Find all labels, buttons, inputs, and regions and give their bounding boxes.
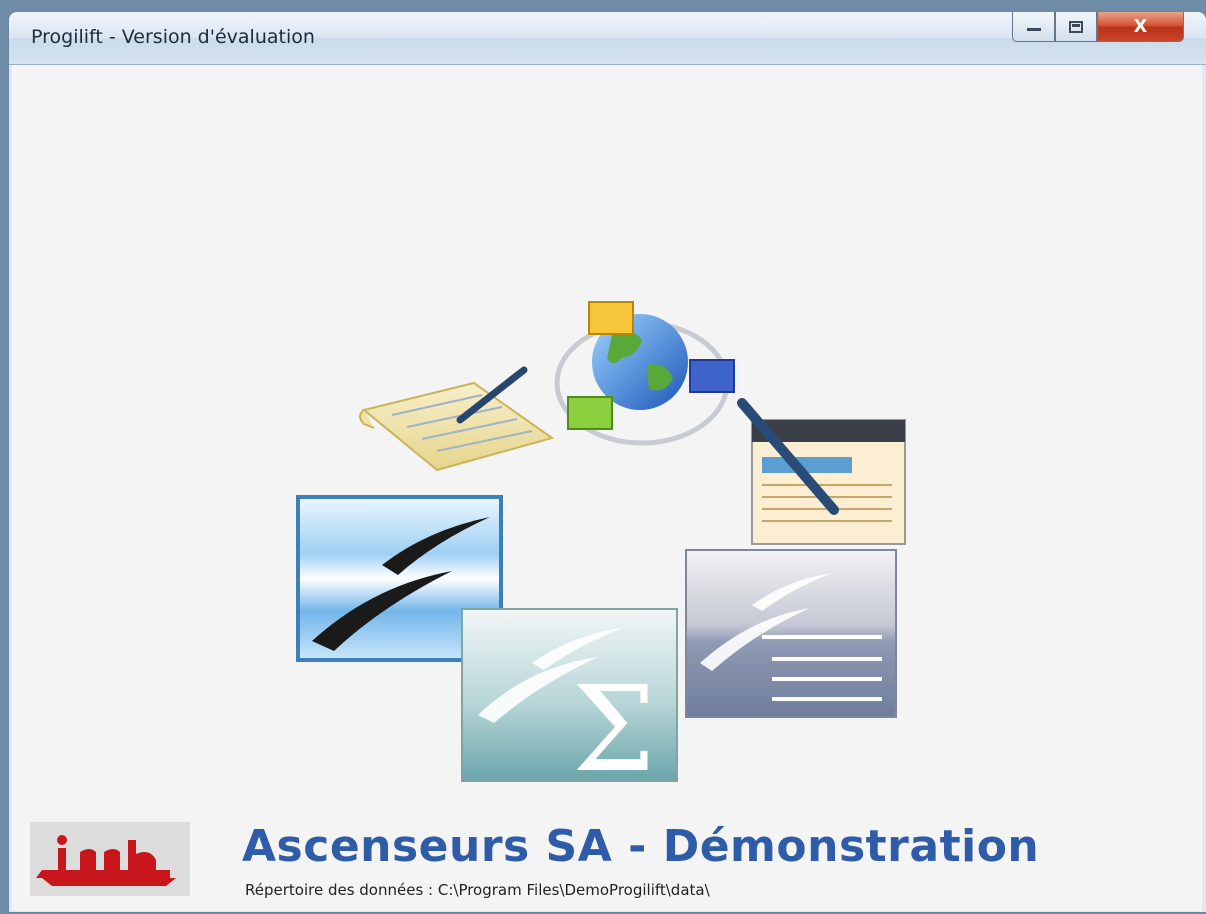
- maximize-button[interactable]: [1055, 12, 1097, 42]
- notepad-pen-icon: [359, 366, 555, 472]
- data-directory-label: Répertoire des données : C:\Program File…: [245, 881, 710, 899]
- company-name: Ascenseurs SA - Démonstration: [242, 821, 1040, 872]
- minimize-button[interactable]: [1012, 12, 1055, 42]
- globe-network-icon: [554, 301, 735, 446]
- web-page-edit-icon: [737, 398, 906, 545]
- svg-text:Σ: Σ: [572, 660, 655, 798]
- splash-area: Σ Ascenseurs SA - Démonstration Répertoi…: [12, 65, 1202, 911]
- calc-spreadsheet-icon: Σ: [461, 608, 678, 798]
- close-icon: X: [1133, 16, 1148, 37]
- close-button[interactable]: X: [1097, 12, 1184, 42]
- writer-document-icon: [685, 549, 897, 718]
- maximize-icon: [1069, 20, 1083, 33]
- jmb-logo: [30, 822, 190, 896]
- title-bar[interactable]: Progilift - Version d'évaluation X: [9, 12, 1206, 65]
- minimize-icon: [1026, 27, 1041, 31]
- app-window: Progilift - Version d'évaluation X Σ Asc…: [9, 12, 1206, 912]
- icon-cluster: Σ: [296, 301, 906, 798]
- window-title: Progilift - Version d'évaluation: [31, 26, 315, 48]
